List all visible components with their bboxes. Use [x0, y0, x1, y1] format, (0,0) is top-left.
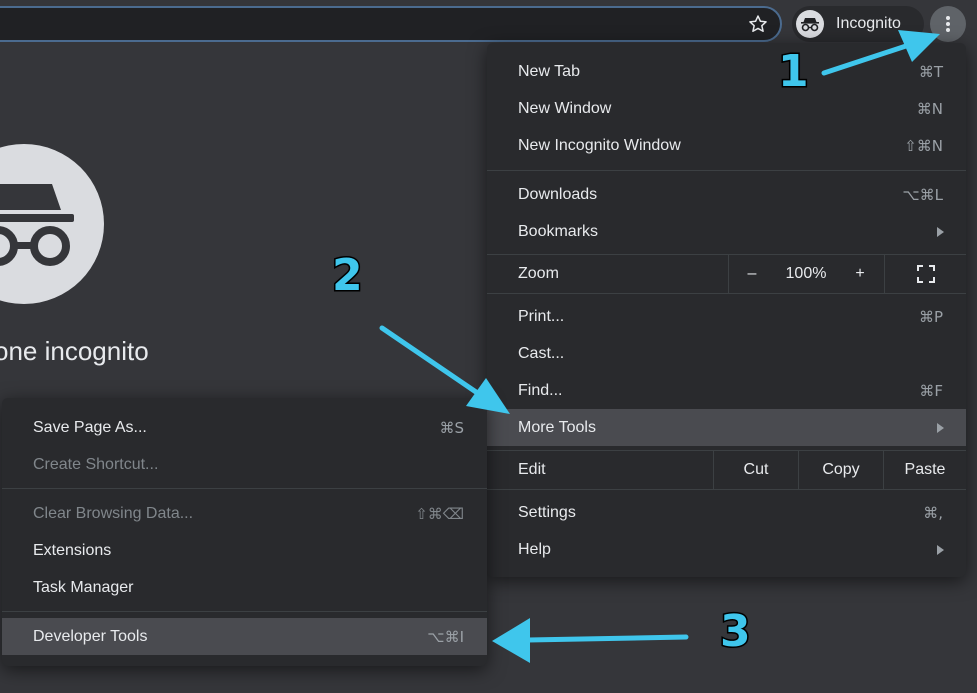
fullscreen-button[interactable] — [885, 255, 966, 293]
edit-label: Edit — [518, 461, 546, 478]
menu-item-label: Find... — [518, 381, 563, 399]
menu-item-downloads[interactable]: Downloads ⌥⌘L — [487, 176, 966, 213]
menu-row-zoom: Zoom – 100% + — [487, 255, 966, 293]
annotation-step-1: 1 — [777, 45, 811, 99]
menu-item-new-window[interactable]: New Window ⌘N — [487, 90, 966, 127]
fullscreen-icon — [916, 265, 935, 283]
menu-item-shortcut: ⌘T — [918, 62, 943, 81]
menu-item-settings[interactable]: Settings ⌘, — [487, 494, 966, 531]
menu-item-find[interactable]: Find... ⌘F — [487, 372, 966, 409]
menu-item-label: Save Page As... — [33, 418, 147, 436]
incognito-icon — [796, 10, 824, 38]
menu-item-label: New Tab — [518, 62, 580, 80]
cut-button[interactable]: Cut — [714, 451, 798, 489]
menu-item-label: Extensions — [33, 541, 112, 559]
more-tools-submenu: Save Page As... ⌘S Create Shortcut... Cl… — [2, 398, 487, 666]
menu-item-label: Help — [518, 540, 551, 558]
zoom-out-button[interactable]: – — [729, 255, 775, 293]
menu-item-bookmarks[interactable]: Bookmarks — [487, 213, 966, 250]
menu-item-developer-tools[interactable]: Developer Tools ⌥⌘I — [2, 618, 487, 655]
menu-separator — [487, 170, 966, 171]
menu-item-label: More Tools — [518, 418, 596, 436]
menu-item-label: Create Shortcut... — [33, 455, 159, 473]
menu-item-shortcut: ⌥⌘L — [902, 185, 943, 204]
menu-item-label: Downloads — [518, 185, 598, 203]
menu-item-print[interactable]: Print... ⌘P — [487, 298, 966, 335]
incognito-icon — [0, 144, 104, 304]
menu-item-shortcut: ⌘, — [923, 503, 943, 522]
menu-item-label: Developer Tools — [33, 627, 148, 645]
submenu-arrow-icon — [937, 422, 944, 433]
paste-button[interactable]: Paste — [884, 451, 966, 489]
kebab-menu-icon[interactable] — [930, 6, 966, 42]
menu-item-more-tools[interactable]: More Tools — [487, 409, 966, 446]
menu-item-save-page-as[interactable]: Save Page As... ⌘S — [2, 409, 487, 446]
zoom-label: Zoom — [518, 265, 559, 282]
menu-item-label: Task Manager — [33, 578, 134, 596]
menu-item-extensions[interactable]: Extensions — [2, 532, 487, 569]
menu-item-help[interactable]: Help — [487, 531, 966, 568]
menu-item-label: Print... — [518, 307, 565, 325]
menu-item-clear-browsing-data: Clear Browsing Data... ⇧⌘⌫ — [2, 495, 487, 532]
menu-item-shortcut: ⌥⌘I — [427, 627, 464, 646]
menu-item-shortcut: ⌘F — [919, 381, 943, 400]
menu-item-label: New Window — [518, 99, 612, 117]
menu-row-edit: Edit Cut Copy Paste — [487, 451, 966, 489]
menu-item-new-tab[interactable]: New Tab ⌘T — [487, 53, 966, 90]
browser-toolbar: Incognito — [0, 0, 977, 46]
star-icon[interactable] — [746, 12, 770, 36]
menu-item-create-shortcut: Create Shortcut... — [2, 446, 487, 483]
submenu-arrow-icon — [937, 226, 944, 237]
menu-separator — [2, 611, 487, 612]
menu-item-task-manager[interactable]: Task Manager — [2, 569, 487, 606]
menu-separator — [487, 489, 966, 490]
menu-item-shortcut: ⇧⌘N — [904, 136, 943, 155]
submenu-arrow-icon — [937, 544, 944, 555]
address-bar[interactable] — [0, 6, 782, 42]
menu-item-shortcut: ⌘N — [916, 99, 943, 118]
menu-item-label: New Incognito Window — [518, 136, 681, 154]
annotation-step-2: 2 — [331, 249, 365, 303]
profile-label: Incognito — [836, 15, 901, 32]
incognito-profile-chip[interactable]: Incognito — [792, 6, 924, 42]
copy-button[interactable]: Copy — [799, 451, 883, 489]
zoom-level: 100% — [785, 265, 827, 282]
menu-item-label: Settings — [518, 503, 576, 521]
menu-item-label: Cast... — [518, 344, 565, 362]
annotation-step-3: 3 — [719, 605, 753, 659]
page-heading: one incognito — [0, 336, 149, 366]
menu-item-shortcut: ⌘P — [918, 307, 943, 326]
menu-separator — [2, 488, 487, 489]
menu-item-label: Clear Browsing Data... — [33, 504, 194, 522]
menu-item-shortcut: ⌘S — [439, 418, 464, 437]
menu-separator — [487, 293, 966, 294]
chrome-main-menu: New Tab ⌘T New Window ⌘N New Incognito W… — [487, 43, 966, 577]
menu-item-new-incognito-window[interactable]: New Incognito Window ⇧⌘N — [487, 127, 966, 164]
menu-item-cast[interactable]: Cast... — [487, 335, 966, 372]
browser-window: Incognito one incognito New Tab ⌘T New W… — [0, 0, 977, 693]
zoom-in-button[interactable]: + — [837, 255, 883, 293]
menu-item-shortcut: ⇧⌘⌫ — [415, 504, 464, 523]
menu-item-label: Bookmarks — [518, 222, 599, 240]
